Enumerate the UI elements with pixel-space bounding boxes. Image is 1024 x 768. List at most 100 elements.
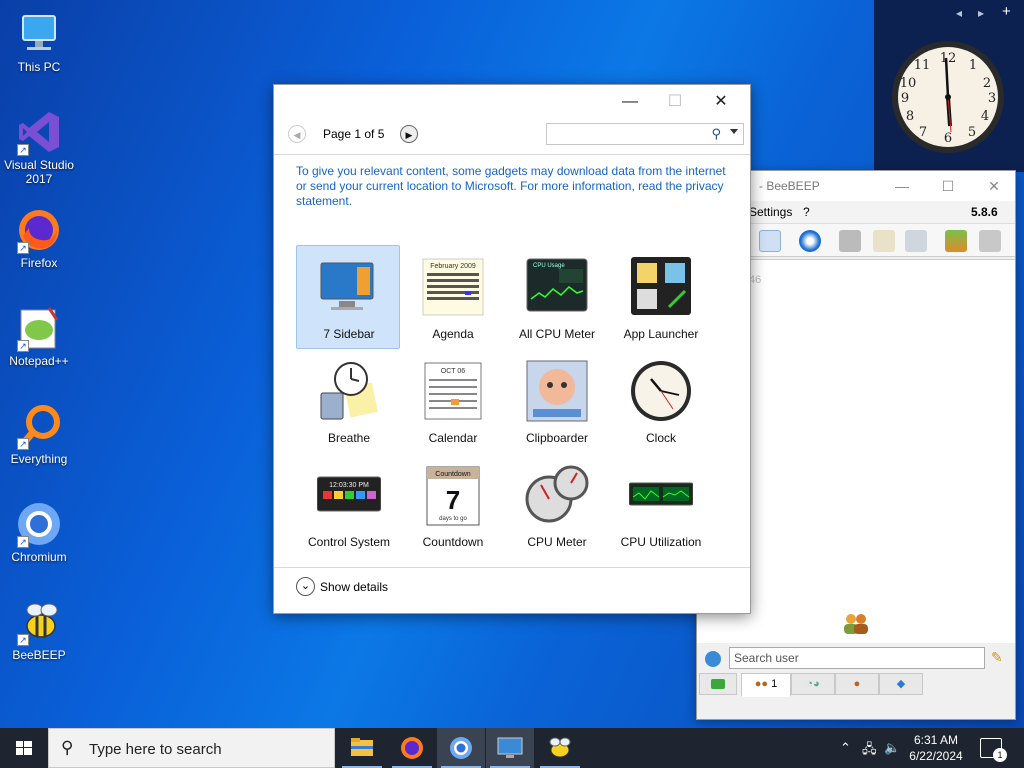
gadget-tile-agenda[interactable]: February 2009 Agenda [400,245,504,349]
network-icon[interactable] [799,230,821,252]
bee-icon [549,737,571,758]
countdown-subtitle: days to go [439,516,467,522]
search-magnifier-icon: ↗ [15,402,63,450]
monitor-icon [497,737,523,758]
share-icon: ◆ [896,678,906,690]
gadget-search-input[interactable]: ⚲ [546,123,744,145]
taskbar-search-box[interactable]: ⚲ Type here to search [48,728,335,768]
gadget-label: Clipboarder [525,431,589,445]
close-button[interactable]: ✕ [698,89,744,115]
start-button[interactable] [0,728,48,768]
gadgets-window: — ☐ ✕ ◀ Page 1 of 5 ▶ ⚲ To give you rele… [273,84,751,614]
add-gadget-button[interactable]: + [1002,3,1011,20]
version-label: 5.8.6 [971,205,998,219]
gadget-tile-breathe[interactable]: Breathe [296,349,400,453]
gadget-tile-clock[interactable]: Clock [608,349,712,453]
gadget-tile-countdown[interactable]: Countdown 7 days to go Countdown [400,453,504,557]
desktop-icon-firefox[interactable]: ↗ Firefox [2,206,76,270]
bee-icon: ↗ [15,598,63,646]
chevron-down-icon[interactable]: ⌄ [296,577,315,596]
windows-logo-icon [16,741,32,755]
gadget-tile-all-cpu-meter[interactable]: CPU Usage All CPU Meter [504,245,608,349]
maximize-button[interactable]: ☐ [933,175,963,197]
svg-text:7: 7 [919,125,927,140]
menu-help[interactable]: ? [803,205,810,219]
notification-center-button[interactable]: 1 [980,738,1007,762]
users-icon[interactable] [945,230,967,252]
desktop-icon-this-pc[interactable]: This PC [2,10,76,74]
search-user-input[interactable]: Search user [729,647,985,669]
gadget-tile-cpu-meter[interactable]: CPU Meter [504,453,608,557]
shortcut-arrow-icon: ↗ [17,536,29,548]
taskbar: ⚲ Type here to search ⌃ 🖧 🔈 6:31 AM 6/22… [0,728,1024,768]
desktop-icon-visual-studio[interactable]: ↗ Visual Studio 2017 [2,108,76,186]
folder-icon[interactable] [839,230,861,252]
gadget-tile-app-launcher[interactable]: App Launcher [608,245,712,349]
cpu-gauge-icon [525,463,589,527]
gadget-label: CPU Meter [527,535,587,549]
tab-chat[interactable] [699,673,737,695]
clock-gadget[interactable]: 12 1 2 3 45 6 78 9 10 11 [889,38,1007,156]
taskbar-firefox[interactable] [388,728,436,768]
taskbar-beebeep[interactable] [536,728,584,768]
next-page-button[interactable]: ▶ [400,125,418,143]
tools-icon[interactable] [905,230,927,252]
trash-icon[interactable] [979,230,1001,252]
clear-broom-icon[interactable]: ✎ [991,649,1003,666]
gadget-tile-clipboarder[interactable]: Clipboarder [504,349,608,453]
gadget-tile-cpu-utilization[interactable]: CPU Utilization [608,453,712,557]
desktop-icon-everything[interactable]: ↗ Everything [2,402,76,466]
desktop-icon-label: BeeBEEP [12,648,66,662]
previous-page-button[interactable]: ◀ [288,125,306,143]
chevron-right-icon[interactable]: ▸ [978,6,984,20]
svg-text:6: 6 [944,131,952,146]
desktop-icon-beebeep[interactable]: ↗ BeeBEEP [2,598,76,662]
gadget-tile-7-sidebar[interactable]: 7 Sidebar [296,245,400,349]
show-details-label: Show details [320,580,389,594]
tab-groups[interactable]: ◔◕ [791,673,835,695]
desktop-icon-label: Chromium [11,550,67,564]
volume-muted-icon[interactable]: 🔈 [884,740,900,756]
gadget-label: Breathe [327,431,371,445]
taskbar-chromium[interactable] [437,728,485,768]
svg-text:1: 1 [969,58,977,73]
calendar-icon: OCT 06 [421,359,485,423]
cpu-usage-label: CPU Usage [533,263,565,269]
taskbar-clock[interactable]: 6:31 AM 6/22/2024 [900,732,972,764]
chromium-icon: ↗ [15,500,63,548]
baby-photo-icon [525,359,589,423]
agenda-title: February 2009 [430,263,476,270]
settings-gear-icon[interactable] [705,651,721,667]
taskbar-file-explorer[interactable] [338,728,386,768]
privacy-info-text[interactable]: To give you relevant content, some gadge… [296,164,726,209]
users-count: 1 [771,678,778,690]
tab-shares[interactable]: ◆ [879,673,923,695]
window-title: - BeeBEEP [759,179,820,193]
clock-icon [629,359,693,423]
taskbar-gadgets[interactable] [486,728,534,768]
firefox-icon: ↗ [15,206,63,254]
desktop-icon-notepadpp[interactable]: ↗ Notepad++ [2,304,76,368]
close-button[interactable]: ✕ [979,175,1009,197]
tab-users[interactable]: ●● 1 [741,673,791,697]
minimize-button[interactable]: — [887,175,917,197]
shortcut-arrow-icon: ↗ [17,634,29,646]
desktop-icon-chromium[interactable]: ↗ Chromium [2,500,76,564]
minimize-button[interactable]: — [607,89,653,115]
divider [274,567,750,568]
svg-text:5: 5 [968,125,976,140]
chevron-left-icon[interactable]: ◂ [956,6,962,20]
search-icon[interactable]: ⚲ [711,126,721,142]
chevron-up-icon[interactable]: ⌃ [840,740,851,756]
gadget-label: 7 Sidebar [323,327,375,341]
edit-profile-icon[interactable] [759,230,781,252]
cpu-meter-icon: CPU Usage [525,255,589,319]
gadget-tile-calendar[interactable]: OCT 06 Calendar [400,349,504,453]
pencil-icon[interactable] [873,230,895,252]
gadget-tile-control-system[interactable]: 12:03:30 PM Control System [296,453,400,557]
chevron-down-icon[interactable] [730,129,738,134]
network-icon[interactable]: 🖧 [862,740,877,762]
users-group-icon [841,610,871,636]
tab-contacts[interactable]: ● [835,673,879,695]
menu-settings[interactable]: Settings [749,205,792,219]
